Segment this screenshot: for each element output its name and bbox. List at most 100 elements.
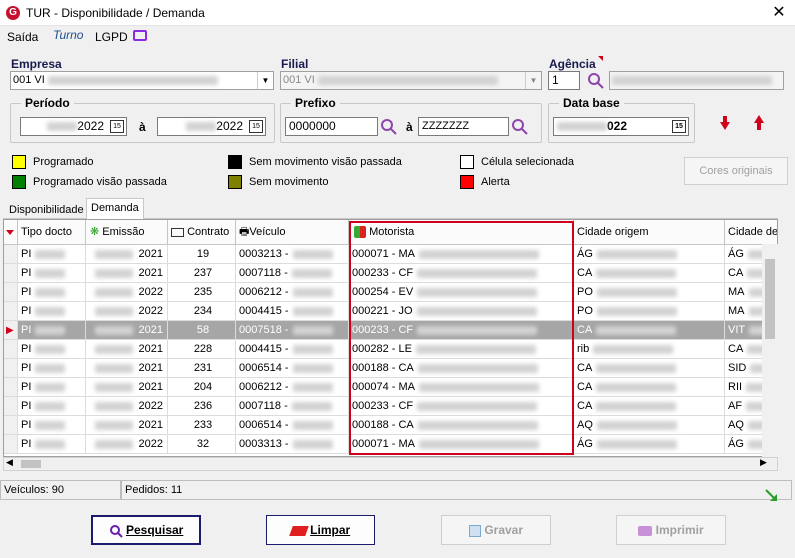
cell-contrato[interactable]: 32	[168, 435, 236, 453]
cell-ano[interactable]: 2021	[86, 359, 168, 377]
cell-ano[interactable]: 2021	[86, 321, 168, 339]
cell-contrato[interactable]: 236	[168, 397, 236, 415]
col-cidade-origem[interactable]: Cidade origem	[574, 220, 725, 244]
cell-origem[interactable]: ÁG	[574, 245, 725, 263]
cell-veiculo[interactable]: 0003213 -	[236, 245, 349, 263]
chevron-down-icon[interactable]: ▼	[257, 72, 273, 89]
cell-origem[interactable]: CA	[574, 321, 725, 339]
menu-lgpd[interactable]: LGPD	[95, 30, 128, 44]
cell-origem[interactable]: PO	[574, 283, 725, 301]
cell-veiculo[interactable]: 0004415 -	[236, 340, 349, 358]
agencia-input[interactable]: 1	[548, 71, 580, 90]
cell-origem[interactable]: CA	[574, 359, 725, 377]
cell-contrato[interactable]: 237	[168, 264, 236, 282]
close-icon[interactable]: ✕	[768, 2, 790, 24]
cell-origem[interactable]: CA	[574, 397, 725, 415]
chevron-down-icon[interactable]: ▼	[525, 72, 541, 89]
prefixo-from-input[interactable]: 0000000	[285, 117, 378, 136]
cell-veiculo[interactable]: 0006212 -	[236, 378, 349, 396]
row-indicator[interactable]	[4, 245, 18, 263]
arrow-down-icon[interactable]	[718, 114, 732, 132]
cell-contrato[interactable]: 234	[168, 302, 236, 320]
col-emissao[interactable]: ❋ Emissão	[86, 220, 168, 244]
cell-contrato[interactable]: 235	[168, 283, 236, 301]
cell-veiculo[interactable]: 0006514 -	[236, 416, 349, 434]
cell-origem[interactable]: CA	[574, 378, 725, 396]
database-field[interactable]: 022 15	[553, 117, 689, 136]
cores-originais-button[interactable]: Cores originais	[684, 157, 788, 185]
cell-ano[interactable]: 2021	[86, 416, 168, 434]
cell-ano[interactable]: 2021	[86, 245, 168, 263]
cell-ano[interactable]: 2022	[86, 435, 168, 453]
periodo-from-field[interactable]: 2022 15	[20, 117, 127, 136]
cell-contrato[interactable]: 231	[168, 359, 236, 377]
vertical-scroll-thumb[interactable]	[765, 259, 775, 339]
cell-origem[interactable]: ÁG	[574, 435, 725, 453]
arrow-up-icon[interactable]	[752, 114, 766, 132]
empresa-select[interactable]: 001 VI ▼	[10, 71, 274, 90]
cell-tipo[interactable]: PI	[18, 340, 86, 358]
calendar-icon[interactable]: 15	[249, 120, 263, 133]
search-icon[interactable]	[380, 118, 398, 136]
filial-select[interactable]: 001 VI ▼	[280, 71, 542, 90]
col-contrato[interactable]: Contrato	[168, 220, 236, 244]
scroll-right-icon[interactable]: ▶	[760, 457, 767, 468]
horizontal-scroll-thumb[interactable]	[21, 460, 41, 468]
menu-saida[interactable]: Saída	[7, 30, 38, 44]
calendar-icon[interactable]: 15	[672, 120, 686, 133]
cell-origem[interactable]: rib	[574, 340, 725, 358]
cell-tipo[interactable]: PI	[18, 359, 86, 377]
col-cidade-destino[interactable]: Cidade de	[725, 220, 777, 244]
menu-turno[interactable]: Turno	[53, 28, 83, 42]
cell-ano[interactable]: 2021	[86, 340, 168, 358]
row-indicator[interactable]	[4, 283, 18, 301]
cell-veiculo[interactable]: 0007118 -	[236, 397, 349, 415]
cell-contrato[interactable]: 228	[168, 340, 236, 358]
cell-tipo[interactable]: PI	[18, 245, 86, 263]
col-veiculo[interactable]: 🖶Veículo	[236, 220, 349, 244]
imprimir-button[interactable]: Imprimir	[616, 515, 726, 545]
search-icon[interactable]	[511, 118, 529, 136]
calendar-icon[interactable]: 15	[110, 120, 124, 133]
row-indicator[interactable]	[4, 359, 18, 377]
pesquisar-button[interactable]: Pesquisar	[91, 515, 201, 545]
cell-tipo[interactable]: PI	[18, 264, 86, 282]
row-indicator[interactable]	[4, 340, 18, 358]
cell-origem[interactable]: PO	[574, 302, 725, 320]
cell-ano[interactable]: 2022	[86, 283, 168, 301]
cell-ano[interactable]: 2022	[86, 302, 168, 320]
periodo-to-field[interactable]: 2022 15	[157, 117, 266, 136]
cell-tipo[interactable]: PI	[18, 416, 86, 434]
cell-veiculo[interactable]: 0006212 -	[236, 283, 349, 301]
row-indicator[interactable]	[4, 435, 18, 453]
cell-veiculo[interactable]: 0007118 -	[236, 264, 349, 282]
cell-veiculo[interactable]: 0007518 -	[236, 321, 349, 339]
cell-contrato[interactable]: 233	[168, 416, 236, 434]
horizontal-scrollbar[interactable]: ◀ ▶	[3, 457, 778, 471]
limpar-button[interactable]: Limpar	[266, 515, 375, 545]
cell-origem[interactable]: CA	[574, 264, 725, 282]
cell-veiculo[interactable]: 0004415 -	[236, 302, 349, 320]
cell-tipo[interactable]: PI	[18, 283, 86, 301]
cell-ano[interactable]: 2022	[86, 397, 168, 415]
cell-veiculo[interactable]: 0003313 -	[236, 435, 349, 453]
tab-demanda[interactable]: Demanda	[86, 198, 144, 220]
cell-tipo[interactable]: PI	[18, 302, 86, 320]
cell-contrato[interactable]: 19	[168, 245, 236, 263]
row-indicator[interactable]	[4, 264, 18, 282]
scroll-left-icon[interactable]: ◀	[6, 457, 13, 468]
row-indicator[interactable]	[4, 378, 18, 396]
row-indicator[interactable]: ▶	[4, 321, 18, 339]
cell-contrato[interactable]: 58	[168, 321, 236, 339]
col-tipo-docto[interactable]: Tipo docto	[18, 220, 86, 244]
cell-contrato[interactable]: 204	[168, 378, 236, 396]
row-indicator[interactable]	[4, 397, 18, 415]
tab-disponibilidade[interactable]: Disponibilidade	[5, 201, 88, 221]
vertical-scrollbar[interactable]	[762, 244, 778, 457]
row-indicator[interactable]	[4, 416, 18, 434]
cell-origem[interactable]: AQ	[574, 416, 725, 434]
search-icon[interactable]	[587, 72, 605, 90]
cell-tipo[interactable]: PI	[18, 435, 86, 453]
prefixo-to-input[interactable]: ZZZZZZZ	[418, 117, 509, 136]
row-indicator[interactable]	[4, 302, 18, 320]
